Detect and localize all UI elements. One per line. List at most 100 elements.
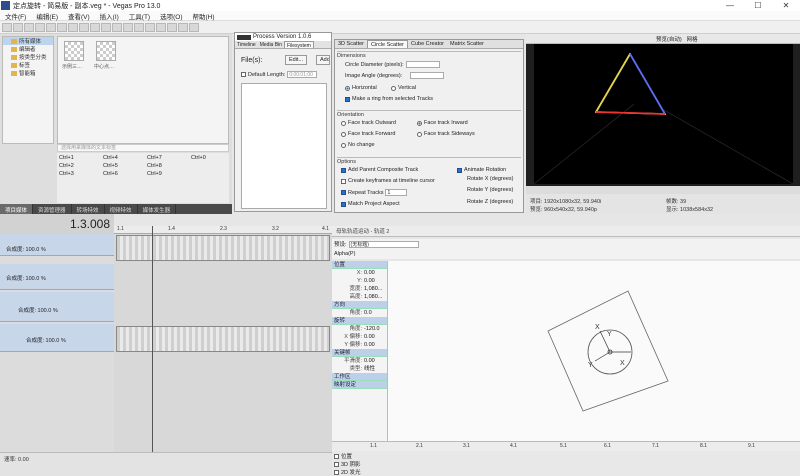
video-event[interactable] xyxy=(116,326,330,352)
menu-edit[interactable]: 编辑(E) xyxy=(31,11,63,21)
property-row[interactable]: Y 偏移: 0.00 xyxy=(332,341,387,349)
property-row[interactable]: 高度: 1,080... xyxy=(332,293,387,301)
face-forward-radio[interactable] xyxy=(341,131,346,137)
close-button[interactable]: ✕ xyxy=(772,1,800,10)
add-button[interactable]: Add xyxy=(316,55,330,65)
animate-rotation-checkbox[interactable] xyxy=(457,167,462,173)
repeat-tracks-option[interactable]: Repeat Tracks 1 xyxy=(341,189,408,196)
property-group[interactable]: 旋转 xyxy=(332,317,387,325)
property-value[interactable]: 0.00 xyxy=(364,333,385,341)
tab-transitions[interactable]: 转场特效 xyxy=(72,204,105,214)
tab-explorer[interactable]: 资源管理器 xyxy=(33,204,72,214)
tree-item-by-type[interactable]: 按类型分类 xyxy=(3,53,53,61)
property-value[interactable]: 0.00 xyxy=(364,269,385,277)
menu-file[interactable]: 文件(F) xyxy=(0,11,31,21)
menu-tools[interactable]: 工具(T) xyxy=(124,11,155,21)
tree-item-smart-bins[interactable]: 智能箱 xyxy=(3,69,53,77)
maximize-button[interactable]: ☐ xyxy=(744,1,772,10)
keyframe-row-checkbox[interactable] xyxy=(334,469,339,475)
shortcut-label[interactable]: Ctrl+7 xyxy=(147,155,162,161)
tree-item-all-media[interactable]: 所有媒体 xyxy=(3,37,53,45)
tab-circle-scatter[interactable]: Circle Scatter xyxy=(366,40,408,48)
repeat-tracks-input[interactable]: 1 xyxy=(385,189,408,196)
shortcut-label[interactable]: Ctrl+2 xyxy=(59,163,74,169)
no-change-radio[interactable] xyxy=(341,142,346,148)
default-length-input[interactable]: 0;00:01;00 xyxy=(287,71,318,78)
property-value[interactable]: 0.00 xyxy=(364,277,385,285)
shortcut-label[interactable]: Ctrl+3 xyxy=(59,171,74,177)
property-row[interactable]: 角度: -120.0 xyxy=(332,325,387,333)
property-row[interactable]: 平滑度: 0.00 xyxy=(332,357,387,365)
tab-3d-scatter[interactable]: 3D Scatter xyxy=(335,40,367,48)
properties-icon[interactable] xyxy=(35,22,45,32)
cut-icon[interactable] xyxy=(57,22,67,32)
keyframe-row[interactable]: 3D 阴影 xyxy=(334,460,361,468)
snap-icon[interactable] xyxy=(112,22,122,32)
property-row[interactable]: 类型: 线性 xyxy=(332,365,387,373)
video-event[interactable] xyxy=(116,235,330,261)
face-sideways-radio[interactable] xyxy=(417,131,422,137)
undo-icon[interactable] xyxy=(90,22,100,32)
selection-edit-icon[interactable] xyxy=(178,22,188,32)
repeat-tracks-checkbox[interactable] xyxy=(341,190,346,195)
tab-filesystem[interactable]: Filesystem xyxy=(283,41,314,49)
vertical-radio[interactable] xyxy=(391,85,396,91)
timecode-display[interactable]: 1.3.008 xyxy=(70,217,110,231)
property-value[interactable]: 0.0 xyxy=(364,309,385,317)
property-group[interactable]: 关键帧 xyxy=(332,349,387,357)
media-thumbnail[interactable] xyxy=(64,41,84,61)
face-inward-option[interactable]: Face track Inward xyxy=(417,120,468,126)
face-outward-radio[interactable] xyxy=(341,120,346,126)
shortcut-label[interactable]: Ctrl+4 xyxy=(103,155,118,161)
preview-grid-dropdown[interactable]: 网格 xyxy=(687,35,698,43)
property-row[interactable]: 宽度: 1,080... xyxy=(332,285,387,293)
property-row[interactable]: 角度: 0.0 xyxy=(332,309,387,317)
redo-icon[interactable] xyxy=(101,22,111,32)
make-ring-checkbox[interactable] xyxy=(345,96,350,102)
property-group[interactable]: 映射设定 xyxy=(332,381,387,389)
motion-workspace[interactable]: X Y X Y xyxy=(388,261,800,441)
track-header[interactable]: 合成度: 100.0 % xyxy=(0,292,114,322)
tab-cube-creator[interactable]: Cube Creator xyxy=(408,40,447,48)
media-thumbnail[interactable] xyxy=(96,41,116,61)
create-keyframes-checkbox[interactable] xyxy=(341,178,346,184)
normal-edit-icon[interactable] xyxy=(156,22,166,32)
menu-view[interactable]: 查看(V) xyxy=(63,11,95,21)
tab-project-media[interactable]: 项目媒体 xyxy=(0,204,34,214)
copy-icon[interactable] xyxy=(68,22,78,32)
menu-help[interactable]: 帮助(H) xyxy=(188,11,220,21)
edit-button[interactable]: Edit... xyxy=(285,55,308,65)
face-forward-option[interactable]: Face track Forward xyxy=(341,131,395,137)
match-aspect-checkbox[interactable] xyxy=(341,201,346,207)
paste-icon[interactable] xyxy=(79,22,89,32)
property-value[interactable]: 线性 xyxy=(364,365,385,373)
menu-insert[interactable]: 插入(I) xyxy=(95,11,124,21)
property-group[interactable]: 位置 xyxy=(332,261,387,269)
circle-diameter-input[interactable] xyxy=(405,61,440,68)
vertical-option[interactable]: Vertical xyxy=(391,85,416,91)
property-value[interactable]: 0.00 xyxy=(364,341,385,349)
lock-icon[interactable] xyxy=(134,22,144,32)
property-group[interactable]: 工作区 xyxy=(332,373,387,381)
zoom-edit-icon[interactable] xyxy=(189,22,199,32)
property-row[interactable]: Y: 0.00 xyxy=(332,277,387,285)
timeline-cursor[interactable] xyxy=(152,226,153,452)
face-outward-option[interactable]: Face track Outward xyxy=(341,120,396,126)
envelope-edit-icon[interactable] xyxy=(167,22,177,32)
shortcut-label[interactable]: Ctrl+0 xyxy=(191,155,206,161)
face-sideways-option[interactable]: Face track Sideways xyxy=(417,131,475,137)
add-parent-option[interactable]: Add Parent Composite Track xyxy=(341,167,418,173)
horizontal-radio[interactable] xyxy=(345,85,350,91)
keyframe-row-checkbox[interactable] xyxy=(334,453,339,459)
tree-item-tags[interactable]: 标签 xyxy=(3,61,53,69)
autoripple-icon[interactable] xyxy=(123,22,133,32)
save-icon[interactable] xyxy=(24,22,34,32)
property-row[interactable]: X: 0.00 xyxy=(332,269,387,277)
tab-video-fx[interactable]: 视频特效 xyxy=(105,204,138,214)
property-row[interactable]: X 偏移: 0.00 xyxy=(332,333,387,341)
keyframe-row-checkbox[interactable] xyxy=(334,461,339,467)
render-icon[interactable] xyxy=(46,22,56,32)
tab-matrix-scatter[interactable]: Matrix Scatter xyxy=(447,40,487,48)
keyframe-row[interactable]: 位置 xyxy=(334,452,352,460)
property-value[interactable]: -120.0 xyxy=(364,325,385,333)
